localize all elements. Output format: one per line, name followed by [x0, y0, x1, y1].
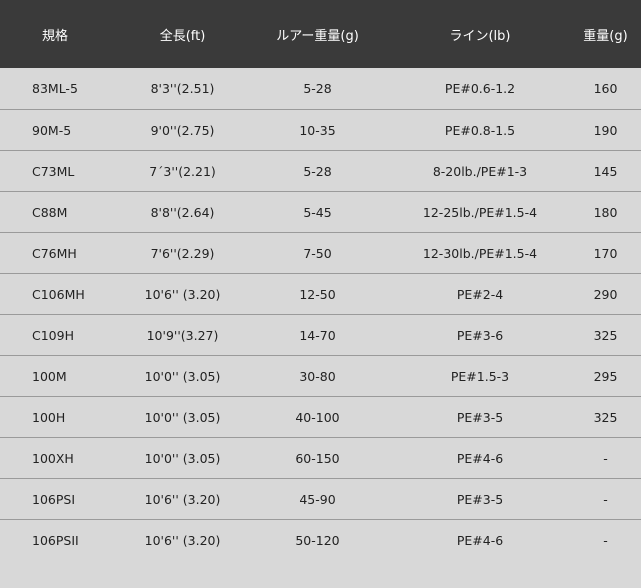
- cell-lure-weight: 7-50: [303, 245, 332, 261]
- cell-line: PE#3-5: [456, 491, 504, 507]
- cell-length: 10'9''(3.27): [146, 327, 219, 343]
- header-line: ライン(lb): [449, 28, 511, 44]
- cell-model: C88M: [32, 204, 68, 220]
- cell-model: 106PSII: [32, 533, 79, 548]
- cell-line: PE#1.5-3: [450, 368, 510, 384]
- cell-length: 8'8''(2.64): [150, 204, 215, 220]
- cell-lure-weight: 50-120: [295, 533, 340, 548]
- cell-weight: 325: [593, 327, 618, 343]
- cell-model: 100XH: [32, 450, 74, 466]
- cell-length: 10'6'' (3.20): [144, 491, 221, 507]
- cell-length: 8'3''(2.51): [150, 81, 215, 96]
- table-row: 100XH 10'0'' (3.05) 60-150 PE#4-6 -: [0, 438, 641, 479]
- cell-weight: 160: [593, 81, 618, 96]
- table-row: C88M 8'8''(2.64) 5-45 12-25lb./PE#1.5-4 180: [0, 192, 641, 233]
- cell-line: PE#4-6: [456, 450, 504, 466]
- table-row: C106MH 10'6'' (3.20) 12-50 PE#2-4 290: [0, 274, 641, 315]
- cell-lure-weight: 40-100: [295, 409, 340, 425]
- cell-weight: -: [603, 450, 608, 466]
- cell-weight: 295: [593, 368, 618, 384]
- cell-length: 10'0'' (3.05): [144, 409, 221, 425]
- table-row: C73ML 7´3''(2.21) 5-28 8-20lb./PE#1-3 145: [0, 151, 641, 192]
- table-row: 106PSII 10'6'' (3.20) 50-120 PE#4-6 -: [0, 520, 641, 561]
- table-row: 106PSI 10'6'' (3.20) 45-90 PE#3-5 -: [0, 479, 641, 520]
- cell-model: 106PSI: [32, 491, 76, 507]
- cell-line: PE#0.8-1.5: [444, 122, 516, 138]
- cell-weight: -: [603, 491, 608, 507]
- cell-length: 7'6''(2.29): [150, 245, 215, 261]
- cell-lure-weight: 5-28: [303, 81, 332, 96]
- cell-length: 10'6'' (3.20): [144, 286, 221, 302]
- table-header: 規格 全長(ft) ルアー重量(g) ライン(lb) 重量(g): [0, 0, 641, 68]
- table-row: 90M-5 9'0''(2.75) 10-35 PE#0.8-1.5 190: [0, 110, 641, 151]
- cell-model: C106MH: [32, 286, 85, 302]
- cell-weight: 190: [593, 122, 618, 138]
- table-row: 83ML-5 8'3''(2.51) 5-28 PE#0.6-1.2 160: [0, 68, 641, 110]
- cell-lure-weight: 45-90: [299, 491, 336, 507]
- cell-line: 8-20lb./PE#1-3: [432, 163, 528, 179]
- cell-line: PE#4-6: [456, 533, 504, 548]
- cell-weight: 290: [593, 286, 618, 302]
- cell-lure-weight: 60-150: [295, 450, 340, 466]
- cell-lure-weight: 30-80: [299, 368, 336, 384]
- cell-model: C73ML: [32, 163, 75, 179]
- cell-line: PE#2-4: [456, 286, 504, 302]
- cell-weight: 325: [593, 409, 618, 425]
- cell-line: PE#3-6: [456, 327, 504, 343]
- table-row: C76MH 7'6''(2.29) 7-50 12-30lb./PE#1.5-4 170: [0, 233, 641, 274]
- header-model: 規格: [41, 28, 68, 44]
- cell-lure-weight: 10-35: [299, 122, 336, 138]
- cell-line: PE#3-5: [456, 409, 504, 425]
- cell-line: 12-30lb./PE#1.5-4: [422, 245, 538, 261]
- table-row: 100M 10'0'' (3.05) 30-80 PE#1.5-3 295: [0, 356, 641, 397]
- spec-table: 規格 全長(ft) ルアー重量(g) ライン(lb) 重量(g) 83ML-5 8…: [0, 0, 641, 561]
- cell-lure-weight: 14-70: [299, 327, 336, 343]
- table-row: C109H 10'9''(3.27) 14-70 PE#3-6 325: [0, 315, 641, 356]
- cell-lure-weight: 12-50: [299, 286, 336, 302]
- cell-length: 10'0'' (3.05): [144, 368, 221, 384]
- header-length: 全長(ft): [159, 28, 206, 44]
- cell-weight: 145: [593, 163, 618, 179]
- cell-length: 10'6'' (3.20): [144, 533, 221, 548]
- cell-line: PE#0.6-1.2: [444, 81, 516, 96]
- cell-line: 12-25lb./PE#1.5-4: [422, 204, 538, 220]
- cell-weight: 180: [593, 204, 618, 220]
- cell-lure-weight: 5-28: [303, 163, 332, 179]
- cell-model: C76MH: [32, 245, 77, 261]
- cell-length: 9'0''(2.75): [150, 122, 215, 138]
- cell-model: C109H: [32, 327, 74, 343]
- cell-weight: 170: [593, 245, 618, 261]
- header-weight: 重量(g): [583, 28, 628, 44]
- table-body: 83ML-5 8'3''(2.51) 5-28 PE#0.6-1.2 160 90M-5 9…: [0, 68, 641, 561]
- cell-model: 90M-5: [32, 122, 72, 138]
- cell-model: 100M: [32, 368, 67, 384]
- cell-lure-weight: 5-45: [303, 204, 332, 220]
- cell-length: 7´3''(2.21): [149, 163, 216, 179]
- cell-model: 83ML-5: [32, 81, 78, 96]
- cell-weight: -: [603, 533, 608, 548]
- table-row: 100H 10'0'' (3.05) 40-100 PE#3-5 325: [0, 397, 641, 438]
- cell-length: 10'0'' (3.05): [144, 450, 221, 466]
- cell-model: 100H: [32, 409, 66, 425]
- header-lure-weight: ルアー重量(g): [276, 28, 359, 44]
